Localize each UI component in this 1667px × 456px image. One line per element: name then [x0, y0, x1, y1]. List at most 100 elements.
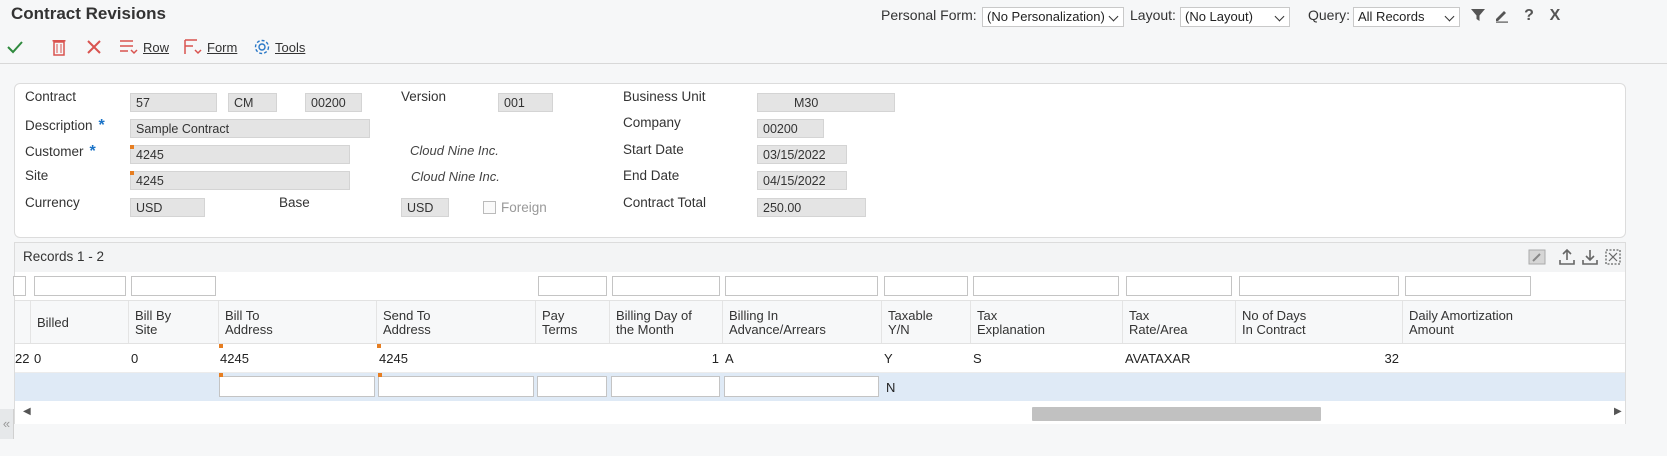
- filter-bill-by-site[interactable]: [131, 276, 216, 296]
- scroll-thumb[interactable]: [1032, 407, 1321, 421]
- company-field[interactable]: 00200: [757, 119, 824, 138]
- row-menu-button[interactable]: Row: [119, 36, 169, 58]
- col-send-to-address[interactable]: Send To Address: [383, 309, 431, 337]
- cancel-button[interactable]: [85, 36, 103, 58]
- new-bill-to-address-input[interactable]: [219, 373, 375, 397]
- grid-edit-icon[interactable]: [1527, 248, 1547, 268]
- filter-icon[interactable]: [1469, 7, 1487, 25]
- col-bill-to-address[interactable]: Bill To Address: [225, 309, 273, 337]
- foreign-checkbox[interactable]: [483, 201, 496, 214]
- filter-billing-in[interactable]: [725, 276, 878, 296]
- cell-days-in-contract: 32: [1384, 351, 1399, 366]
- query-select[interactable]: All Records: [1353, 7, 1460, 27]
- customer-label-text: Customer: [25, 144, 84, 159]
- form-menu-icon: [184, 39, 202, 55]
- horizontal-scrollbar[interactable]: ◀ ▶: [15, 401, 1625, 424]
- contract-company-field[interactable]: 00200: [305, 93, 362, 112]
- scroll-right-icon[interactable]: ▶: [1614, 406, 1622, 417]
- filter-billing-day[interactable]: [612, 276, 720, 296]
- col-tax-explanation[interactable]: Tax Explanation: [977, 309, 1045, 337]
- customer-field[interactable]: 4245: [130, 145, 350, 164]
- layout-select[interactable]: (No Layout): [1180, 7, 1290, 27]
- description-field[interactable]: Sample Contract: [130, 119, 370, 138]
- filter-tax-rate-area[interactable]: [1126, 276, 1232, 296]
- start-date-field[interactable]: 03/15/2022: [757, 145, 847, 164]
- download-icon[interactable]: [1580, 248, 1600, 268]
- filter-taxable[interactable]: [884, 276, 968, 296]
- site-field[interactable]: 4245: [130, 171, 350, 190]
- cell-bill-by-site: 0: [131, 351, 139, 366]
- col-bill-by-site[interactable]: Bill By Site: [135, 309, 171, 337]
- col-pay-terms[interactable]: Pay Terms: [542, 309, 577, 337]
- grid-column-headers: Billed Bill By Site Bill To Address Send…: [15, 300, 1625, 344]
- new-billing-in-input[interactable]: [724, 376, 879, 397]
- layout-label: Layout:: [1130, 7, 1176, 23]
- col-tax-rate-area[interactable]: Tax Rate/Area: [1129, 309, 1188, 337]
- scroll-left-icon[interactable]: ◀: [23, 406, 31, 417]
- checkmark-icon: [7, 41, 23, 54]
- required-marker: *: [98, 117, 105, 134]
- row-menu-icon: [120, 40, 138, 55]
- customer-label: Customer *: [25, 143, 96, 161]
- col-billing-day[interactable]: Billing Day of the Month: [616, 309, 692, 337]
- close-icon[interactable]: X: [1546, 7, 1564, 25]
- form-menu-button[interactable]: Form: [183, 36, 237, 58]
- version-field[interactable]: 001: [498, 93, 553, 112]
- required-mark: [377, 344, 381, 348]
- maximize-grid-icon[interactable]: [1603, 248, 1623, 268]
- contract-total-field[interactable]: 250.00: [757, 198, 866, 217]
- form-menu-label: Form: [207, 39, 238, 55]
- description-label: Description *: [25, 117, 105, 135]
- tools-menu-button[interactable]: Tools: [253, 36, 305, 58]
- table-row-new[interactable]: N: [15, 373, 1625, 401]
- filter-days-in-contract[interactable]: [1239, 276, 1399, 296]
- filter-billed[interactable]: [34, 276, 126, 296]
- query-label: Query:: [1308, 7, 1351, 23]
- col-daily-amortization[interactable]: Daily Amortization Amount: [1409, 309, 1513, 337]
- edit-query-icon[interactable]: [1493, 7, 1511, 25]
- business-unit-field[interactable]: M30: [757, 93, 895, 112]
- cell-taxable: Y: [884, 351, 893, 366]
- filter-tax-explanation[interactable]: [973, 276, 1119, 296]
- contract-number-field[interactable]: 57: [130, 93, 217, 112]
- contract-type-field[interactable]: CM: [228, 93, 277, 112]
- expand-panel-icon[interactable]: «: [0, 409, 14, 439]
- contract-header-panel: Contract 57 CM 00200 Version 001 Busines…: [14, 83, 1626, 238]
- col-billing-in[interactable]: Billing In Advance/Arrears: [729, 309, 826, 337]
- cell-tax-explanation: S: [973, 351, 982, 366]
- filter-pay-terms[interactable]: [538, 276, 607, 296]
- required-mark: [219, 344, 223, 348]
- site-name: Cloud Nine Inc.: [411, 169, 500, 184]
- tools-menu-label: Tools: [275, 39, 306, 55]
- ok-button[interactable]: [6, 36, 24, 58]
- cell-billed: 0: [34, 351, 42, 366]
- col-days-in-contract[interactable]: No of Days In Contract: [1242, 309, 1306, 337]
- customer-name: Cloud Nine Inc.: [410, 143, 499, 158]
- gear-icon: [254, 39, 270, 55]
- base-field[interactable]: USD: [401, 198, 449, 217]
- help-icon[interactable]: ?: [1520, 7, 1538, 25]
- new-send-to-address-input[interactable]: [378, 373, 534, 397]
- cancel-x-icon: [87, 40, 101, 54]
- records-count: Records 1 - 2: [23, 249, 105, 264]
- query-value: All Records: [1358, 9, 1425, 24]
- new-pay-terms-input[interactable]: [537, 376, 607, 397]
- company-label: Company: [623, 115, 681, 130]
- filter-daily-amortization[interactable]: [1405, 276, 1531, 296]
- table-row[interactable]: 22 0 0 4245 4245 1 A Y S AVATAXAR 32: [15, 344, 1625, 373]
- upload-icon[interactable]: [1557, 248, 1577, 268]
- currency-field[interactable]: USD: [130, 198, 205, 217]
- filter-field[interactable]: [13, 276, 26, 296]
- end-date-field[interactable]: 04/15/2022: [757, 171, 847, 190]
- description-label-text: Description: [25, 118, 93, 133]
- col-billed[interactable]: Billed: [37, 316, 69, 330]
- personal-form-label: Personal Form:: [881, 7, 977, 23]
- delete-button[interactable]: [51, 36, 67, 58]
- new-cell-taxable: N: [886, 380, 896, 395]
- col-taxable[interactable]: Taxable Y/N: [888, 309, 933, 337]
- cell-tax-rate-area: AVATAXAR: [1125, 351, 1191, 366]
- title-bar: Contract Revisions Personal Form: (No Pe…: [0, 0, 1667, 31]
- page-title: Contract Revisions: [11, 4, 166, 23]
- personal-form-select[interactable]: (No Personalization): [982, 7, 1124, 27]
- new-billing-day-input[interactable]: [611, 376, 720, 397]
